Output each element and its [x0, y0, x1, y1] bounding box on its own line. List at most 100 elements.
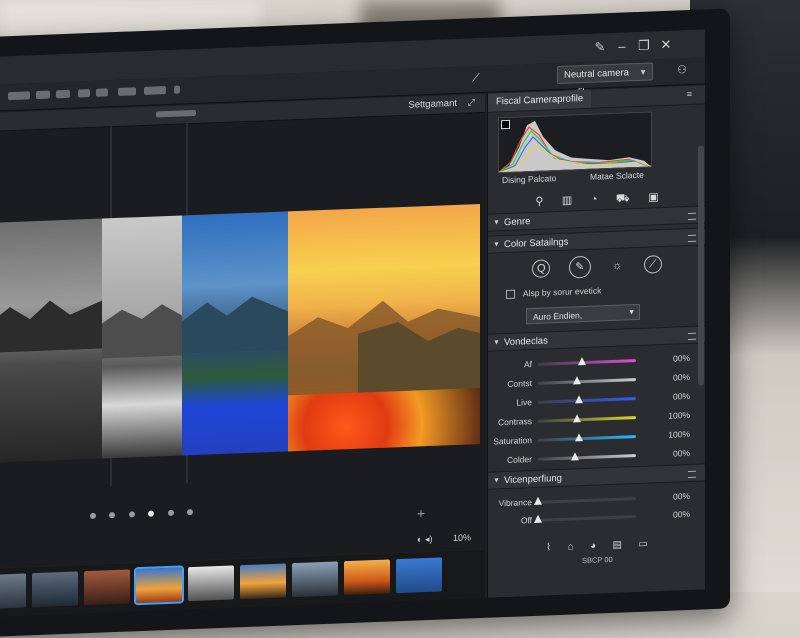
maximize-icon[interactable]: ❐	[635, 37, 653, 54]
menu-item[interactable]	[56, 89, 70, 99]
slider-track[interactable]	[538, 356, 636, 366]
audio-icon[interactable]: ◐ ◂)	[417, 534, 432, 545]
menu-icon[interactable]: ≡	[687, 89, 692, 99]
slider-value: 00%	[672, 447, 690, 459]
panel-icon[interactable]: ▣	[648, 190, 658, 203]
slider-handle[interactable]	[534, 514, 542, 523]
preset-select[interactable]: Auro Endien, ▼	[526, 303, 640, 325]
slider-track[interactable]	[538, 395, 636, 404]
close-icon[interactable]: ✕	[657, 37, 675, 54]
preset-value: Auro Endien,	[533, 310, 583, 322]
section-vandecks[interactable]: ▼ Vondeclas	[488, 325, 705, 352]
filmstrip-thumbnail[interactable]	[344, 559, 390, 596]
auto-checkbox[interactable]	[506, 289, 515, 300]
add-icon[interactable]: +	[417, 505, 425, 521]
histogram	[498, 111, 652, 174]
menu-item[interactable]	[118, 87, 136, 96]
column-icon[interactable]: ▥	[562, 193, 572, 206]
viewer-title: Settgamant	[408, 97, 457, 111]
house-icon[interactable]: ⌂	[567, 541, 573, 552]
slider-handle[interactable]	[575, 433, 584, 442]
view-mode-dot[interactable]	[148, 510, 155, 517]
minimize-icon[interactable]: –	[613, 38, 631, 54]
curve-icon[interactable]: ⌇	[546, 542, 551, 553]
filmstrip-thumbnail[interactable]	[188, 565, 234, 602]
section-menu-icon[interactable]	[688, 234, 696, 243]
slider-handle[interactable]	[575, 395, 584, 404]
viewer-tab[interactable]	[156, 109, 196, 118]
filmstrip-thumbnail[interactable]	[0, 573, 26, 610]
color-pick-icon[interactable]: Q	[532, 259, 551, 279]
preview-strip-blue[interactable]	[182, 211, 288, 456]
filmstrip-thumbnail-selected[interactable]	[134, 565, 184, 606]
clipping-indicator[interactable]	[501, 119, 510, 130]
view-mode-dot[interactable]	[187, 509, 194, 516]
slider-value: 00%	[672, 390, 690, 402]
mountain-shape	[0, 300, 102, 353]
filmstrip-thumbnail[interactable]	[240, 563, 286, 600]
menu-item[interactable]	[144, 86, 166, 95]
menu-item[interactable]	[36, 90, 50, 100]
slider-handle[interactable]	[573, 414, 582, 423]
histogram-tab[interactable]: Fiscal Cameraprofile	[488, 89, 592, 112]
collapse-icon: ▼	[493, 477, 500, 485]
dropper-icon[interactable]: ⟋	[643, 255, 662, 274]
filmstrip-thumbnail[interactable]	[32, 571, 78, 608]
mountain-shape	[102, 304, 182, 359]
viewer-toolbar	[90, 502, 202, 520]
slider-label: Vibrance	[498, 497, 532, 509]
slider-label: Contst	[507, 378, 532, 389]
preview-strip-monochrome-dark[interactable]	[0, 218, 102, 463]
car-icon[interactable]: ⛟	[616, 192, 630, 207]
pen-icon[interactable]: ✎	[591, 39, 609, 56]
filmstrip-thumbnail[interactable]	[396, 557, 442, 594]
camera-profile-select[interactable]: Neutral camera profile ▼	[557, 62, 653, 99]
slider-value: 00%	[672, 352, 690, 364]
section-menu-icon[interactable]	[688, 332, 696, 341]
zoom-level[interactable]: 10%	[453, 532, 471, 543]
spot-icon[interactable]: ◔	[591, 194, 598, 206]
menu-item[interactable]	[8, 91, 30, 101]
section-menu-icon[interactable]	[688, 470, 696, 479]
circle-icon[interactable]: ◕	[590, 541, 596, 552]
adjustment-panel: Fiscal Cameraprofile ≡ Dising Palcato Ma…	[487, 85, 705, 598]
slider-track[interactable]	[538, 452, 636, 461]
slider-value: 00%	[672, 508, 690, 520]
slider-handle[interactable]	[571, 452, 580, 461]
slider-track[interactable]	[538, 433, 636, 442]
checkbox-label: Alsp by sorur evetick	[522, 285, 602, 299]
slider-value: 00%	[672, 490, 690, 502]
color-wheel-icon[interactable]: ✎	[568, 255, 591, 279]
crop-icon[interactable]: ⚲	[535, 195, 543, 208]
menu-item[interactable]	[78, 89, 90, 98]
auto-checkbox-row[interactable]: Alsp by sorur evetick	[506, 285, 602, 300]
expand-icon[interactable]: ⤢	[468, 97, 475, 108]
slider-handle[interactable]	[573, 376, 582, 385]
menu-item[interactable]	[96, 88, 108, 97]
menu-item[interactable]	[174, 85, 180, 94]
filmstrip-thumbnail[interactable]	[84, 569, 130, 606]
section-menu-icon[interactable]	[688, 212, 696, 221]
slider-track[interactable]	[538, 414, 636, 423]
slider-handle[interactable]	[578, 356, 587, 366]
view-mode-dot[interactable]	[90, 512, 96, 520]
brush-icon[interactable]: ⟋	[472, 72, 480, 85]
slider-value: 00%	[672, 371, 690, 383]
view-mode-dot[interactable]	[128, 511, 135, 518]
sun-icon[interactable]: ☼	[609, 257, 625, 274]
slider-handle[interactable]	[534, 496, 542, 505]
slider-track[interactable]	[538, 376, 636, 385]
slider-track[interactable]	[534, 496, 636, 505]
frame-icon[interactable]: ▭	[638, 539, 647, 550]
view-mode-dot[interactable]	[167, 509, 174, 517]
view-mode-dot[interactable]	[109, 512, 116, 519]
folder-icon[interactable]: ▤	[612, 540, 621, 551]
mountain-shape	[182, 296, 288, 354]
mountain-shape	[288, 300, 480, 397]
slider-label: Contrass	[497, 416, 532, 428]
preview-strip-monochrome-light[interactable]	[102, 215, 182, 459]
slider-track[interactable]	[534, 514, 636, 523]
panel-scrollbar[interactable]	[698, 145, 704, 386]
user-icon[interactable]: ⚇	[677, 63, 687, 76]
preview-strip-color[interactable]	[288, 204, 480, 452]
